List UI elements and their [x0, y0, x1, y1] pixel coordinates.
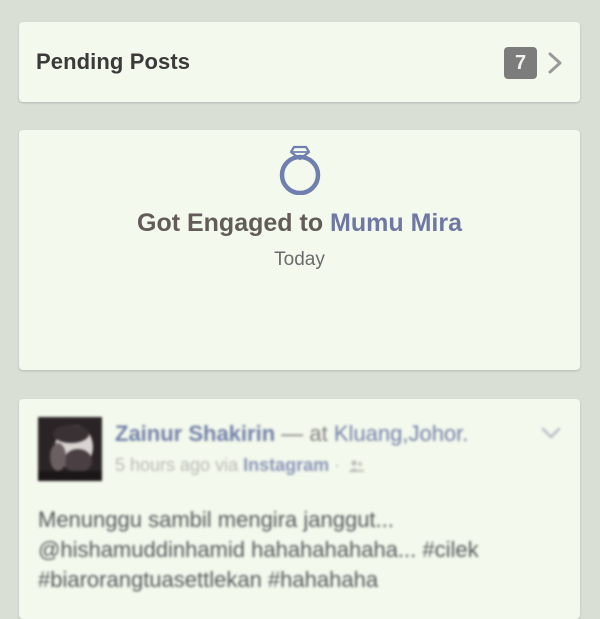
post-card: Zainur Shakirin — at Kluang,Johor. 5 hou…	[19, 399, 580, 619]
post-meta-separator: ·	[329, 455, 346, 475]
friends-icon	[349, 460, 365, 473]
engaged-person-link[interactable]: Mumu Mira	[330, 209, 462, 237]
avatar[interactable]	[38, 417, 102, 481]
life-event-title: Got Engaged to Mumu Mira	[19, 209, 580, 238]
post-text-line: #biarorangtuasettlekan #hahahaha	[38, 567, 379, 592]
post-at-text: — at	[275, 421, 334, 446]
pending-posts-title: Pending Posts	[36, 49, 191, 74]
post-text-line: Menunggu sambil mengira janggut...	[38, 507, 394, 532]
post-text-line: @hishamuddinhamid hahahahahaha... #cilek	[38, 537, 479, 562]
post-timestamp: 5 hours ago via	[115, 455, 244, 475]
chevron-down-icon[interactable]	[540, 425, 562, 441]
post-app-link[interactable]: Instagram	[243, 455, 329, 475]
post-author-line: Zainur Shakirin — at Kluang,Johor.	[115, 421, 468, 447]
life-event-card: Got Engaged to Mumu Mira Today	[19, 130, 580, 370]
post-place-link[interactable]: Kluang,Johor.	[334, 421, 469, 446]
life-event-date: Today	[274, 249, 325, 270]
post-meta: 5 hours ago via Instagram ·	[115, 455, 365, 476]
life-event-prefix: Got Engaged to	[137, 209, 331, 237]
pending-count-badge: 7	[504, 47, 537, 79]
chevron-right-icon[interactable]	[544, 51, 566, 75]
avatar-image	[38, 417, 102, 481]
ring-icon	[279, 145, 320, 195]
post-body: Menunggu sambil mengira janggut... @hish…	[38, 505, 564, 595]
pending-posts-card[interactable]: Pending Posts 7	[19, 22, 580, 102]
post-author-link[interactable]: Zainur Shakirin	[115, 421, 275, 446]
